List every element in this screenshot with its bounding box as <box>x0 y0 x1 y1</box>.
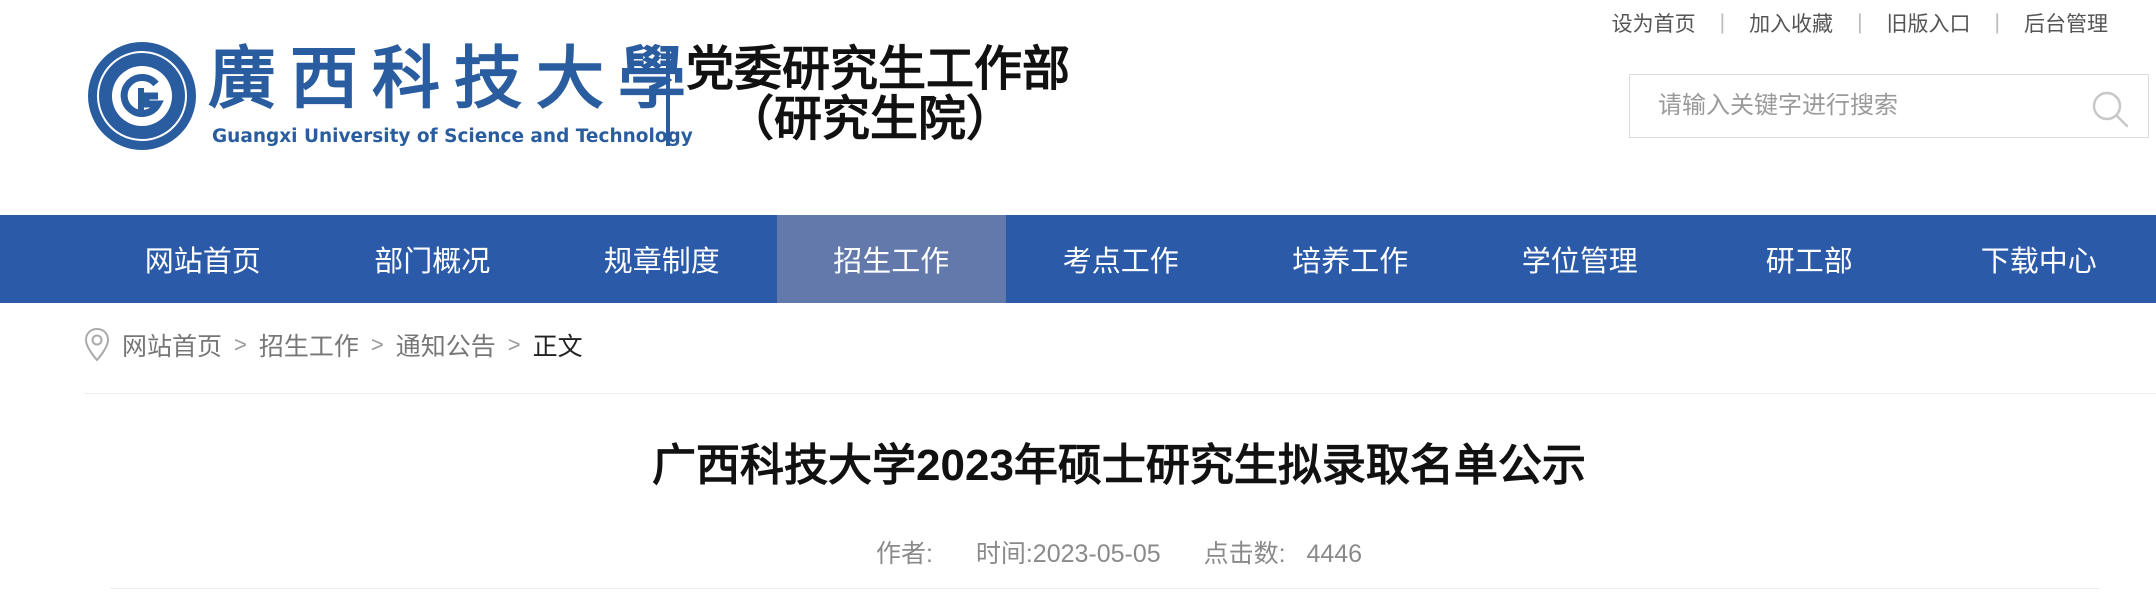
school-name-en: Guangxi University of Science and Techno… <box>212 126 693 147</box>
nav-item-regulations[interactable]: 规章制度 <box>547 215 777 303</box>
article-clicks: 点击数: 4446 <box>1204 540 1362 568</box>
breadcrumb-current: 正文 <box>532 333 583 361</box>
nav-item-downloads[interactable]: 下载中心 <box>1924 215 2154 303</box>
meta-divider <box>110 588 2100 589</box>
nav-item-training[interactable]: 培养工作 <box>1236 215 1466 303</box>
nav-item-exam-site[interactable]: 考点工作 <box>1006 215 1236 303</box>
add-favorite-link[interactable]: 加入收藏 <box>1749 8 1833 38</box>
search-input[interactable] <box>1658 75 2078 137</box>
department-subtitle: （研究生院） <box>726 91 1015 147</box>
top-link-separator: | <box>1719 11 1726 34</box>
article-meta: 作者: 时间:2023-05-05 点击数: 4446 <box>0 536 2156 572</box>
main-nav: 网站首页 部门概况 规章制度 招生工作 考点工作 培养工作 学位管理 研工部 下… <box>0 215 2156 303</box>
article-author: 作者: <box>876 540 940 568</box>
nav-item-home[interactable]: 网站首页 <box>88 215 318 303</box>
breadcrumb: 网站首页 > 招生工作 > 通知公告 > 正文 <box>84 325 583 365</box>
old-version-link[interactable]: 旧版入口 <box>1887 8 1971 38</box>
breadcrumb-notices[interactable]: 通知公告 <box>396 327 496 363</box>
admin-link[interactable]: 后台管理 <box>2024 8 2108 38</box>
breadcrumb-arrow-icon: > <box>370 332 384 357</box>
top-links: 设为首页 | 加入收藏 | 旧版入口 | 后台管理 <box>1612 8 2108 38</box>
school-name-cn: 廣西科技大學 <box>208 39 701 119</box>
breadcrumb-divider <box>84 393 2156 394</box>
department-title: 党委研究生工作部 <box>686 41 1071 97</box>
logo-divider <box>666 46 670 146</box>
set-homepage-link[interactable]: 设为首页 <box>1612 8 1696 38</box>
date-value: 2023-05-05 <box>1032 540 1161 568</box>
nav-item-degree-management[interactable]: 学位管理 <box>1465 215 1695 303</box>
nav-item-department-overview[interactable]: 部门概况 <box>318 215 548 303</box>
date-label: 时间: <box>975 540 1033 568</box>
location-pin-icon <box>84 327 110 362</box>
search-box <box>1629 74 2149 138</box>
author-label: 作者: <box>875 540 933 568</box>
site-logo[interactable]: 廣西科技大學 Guangxi University of Science and… <box>86 36 1086 156</box>
breadcrumb-admissions[interactable]: 招生工作 <box>259 327 359 363</box>
nav-item-graduate-work-dept[interactable]: 研工部 <box>1695 215 1925 303</box>
top-link-separator: | <box>1994 11 2000 34</box>
clicks-label: 点击数: <box>1203 540 1286 568</box>
university-seal-icon <box>88 42 196 150</box>
article-title: 广西科技大学2023年硕士研究生拟录取名单公示 <box>652 441 1586 490</box>
article-date: 时间:2023-05-05 <box>976 540 1161 568</box>
clicks-value: 4446 <box>1306 540 1363 568</box>
breadcrumb-home[interactable]: 网站首页 <box>122 327 222 363</box>
breadcrumb-arrow-icon: > <box>507 332 521 357</box>
search-icon[interactable] <box>2090 89 2130 129</box>
site-header: 廣西科技大學 Guangxi University of Science and… <box>0 0 2156 215</box>
top-link-separator: | <box>1857 11 1863 34</box>
nav-item-admissions[interactable]: 招生工作 <box>776 215 1006 303</box>
breadcrumb-arrow-icon: > <box>234 332 247 357</box>
